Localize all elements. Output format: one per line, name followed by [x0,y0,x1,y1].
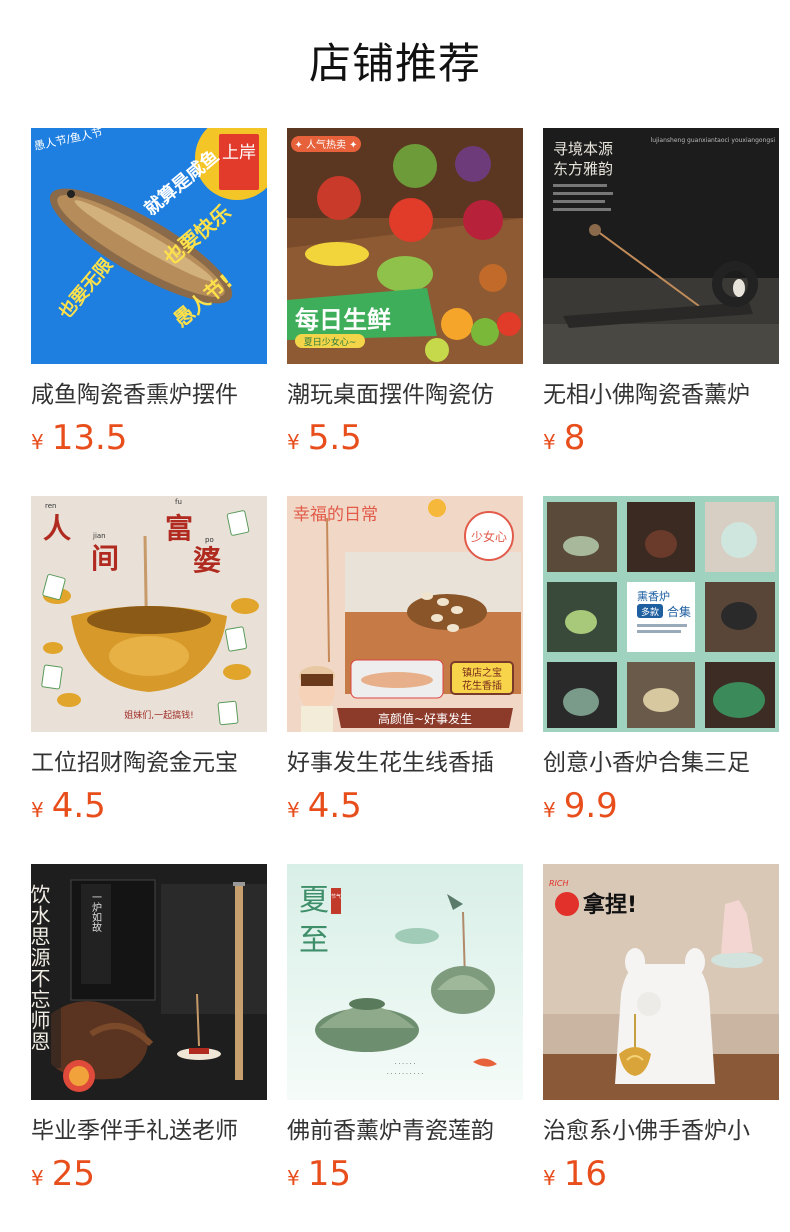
product-image[interactable]: 人 间 富 婆 ren jian fu po 姐妹们,一起搞钱! [31,496,267,732]
box-label: 一炉如故 [90,892,102,933]
product-card-teacher-gift[interactable]: 一炉如故 饮水思源不忘师恩 毕业季伴手礼送老师 ¥25 [31,864,267,1204]
slogan-text: 拿捏! [582,892,637,918]
currency-symbol: ¥ [543,798,556,822]
recommend-page: 店铺推荐 上岸 愚人节/鱼人节 就算是咸鱼 也要快乐 也要无限 愚人节! 咸鱼陶… [0,0,790,1232]
product-name[interactable]: 创意小香炉合集三足 [543,746,779,780]
product-card-lotus-burner[interactable]: 夏 至 节气 · · · · · · · · · · · · · · · · 佛… [287,864,523,1204]
product-price: ¥9.9 [543,784,618,828]
title-line2: 至 [299,923,329,958]
char-2: 间 [91,542,119,575]
caption-text: 姐妹们,一起搞钱! [124,709,193,721]
salted-fish-image: 上岸 愚人节/鱼人节 就算是咸鱼 也要快乐 也要无限 愚人节! [31,128,267,364]
price-value: 16 [563,1154,607,1194]
title-line1: 寻境本源 [553,140,613,158]
price-value: 4.5 [51,786,106,826]
currency-symbol: ¥ [543,1166,556,1190]
char-1: 人 [43,512,71,545]
page-title: 店铺推荐 [308,39,481,88]
currency-symbol: ¥ [543,430,556,454]
center-line2: 合集 [667,604,691,619]
peanut-holder-image: 幸福的日常 少女心 镇店之宝 花生香插 高颜值~好事发生 [287,496,523,732]
bubble-text: 少女心 [471,529,507,544]
price-value: 4.5 [307,786,362,826]
center-line1: 熏香炉 [637,590,670,603]
currency-symbol: ¥ [31,430,44,454]
pinyin-3: fu [175,498,182,506]
price-value: 25 [51,1154,95,1194]
currency-symbol: ¥ [287,430,300,454]
svg-text:· · · · · · · · · ·: · · · · · · · · · · [387,1071,423,1078]
center-tag: 多款 [641,606,659,618]
buddha-incense-image: 寻境本源 东方雅韵 lujiansheng guanxiantaoci youx… [543,128,779,364]
product-name[interactable]: 好事发生花生线香插 [287,746,523,780]
banner-text: 每日生鲜 [295,306,391,334]
pinyin-text: lujiansheng guanxiantaoci youxiangongsi [651,137,776,144]
product-card-buddha-incense[interactable]: 寻境本源 东方雅韵 lujiansheng guanxiantaoci youx… [543,128,779,468]
product-price: ¥15 [287,1152,351,1196]
product-card-peanut-holder[interactable]: 幸福的日常 少女心 镇店之宝 花生香插 高颜值~好事发生 好事发生花生线香插 ¥… [287,496,523,836]
product-price: ¥4.5 [287,784,362,828]
product-price: ¥8 [543,416,585,460]
product-image[interactable]: 熏香炉 多款 合集 [543,496,779,732]
rich-text: RICH [549,879,569,888]
currency-symbol: ¥ [287,1166,300,1190]
product-card-buddha-hand[interactable]: RICH 拿捏! 治愈系小佛手香炉小 ¥16 [543,864,779,1204]
teacher-gift-image: 一炉如故 饮水思源不忘师恩 [31,864,267,1100]
currency-symbol: ¥ [31,1166,44,1190]
product-name[interactable]: 工位招财陶瓷金元宝 [31,746,267,780]
product-price: ¥4.5 [31,784,106,828]
char-4: 婆 [193,544,221,577]
product-image[interactable]: 幸福的日常 少女心 镇店之宝 花生香插 高颜值~好事发生 [287,496,523,732]
product-card-gold-ingot[interactable]: 人 间 富 婆 ren jian fu po 姐妹们,一起搞钱! 工位招财陶瓷金… [31,496,267,836]
currency-symbol: ¥ [31,798,44,822]
buddha-hand-image: RICH 拿捏! [543,864,779,1100]
product-price: ¥5.5 [287,416,362,460]
product-name[interactable]: 治愈系小佛手香炉小 [543,1114,779,1148]
hot-tag: ✦ 人气热卖 ✦ [294,138,357,151]
svg-text:· · · · · ·: · · · · · · [395,1061,416,1068]
pinyin-1: ren [45,502,56,510]
price-value: 15 [307,1154,351,1194]
gold-ingot-image: 人 间 富 婆 ren jian fu po 姐妹们,一起搞钱! [31,496,267,732]
product-name[interactable]: 无相小佛陶瓷香薰炉 [543,378,779,412]
product-name[interactable]: 毕业季伴手礼送老师 [31,1114,267,1148]
currency-symbol: ¥ [287,798,300,822]
product-card-fruit-figurines[interactable]: ✦ 人气热卖 ✦ 每日生鲜 夏日少女心~ 潮玩桌面摆件陶瓷仿 ¥ 5.5 [287,128,523,468]
price-value: 9.9 [563,786,618,826]
price-value: 8 [563,418,586,458]
product-price: ¥25 [31,1152,95,1196]
lotus-burner-image: 夏 至 节气 · · · · · · · · · · · · · · · · [287,864,523,1100]
title-line1: 夏 [299,883,329,918]
badge-line1: 镇店之宝 [462,666,502,679]
sub-text: 夏日少女心~ [304,336,357,348]
product-card-salted-fish[interactable]: 上岸 愚人节/鱼人节 就算是咸鱼 也要快乐 也要无限 愚人节! 咸鱼陶瓷香熏炉摆… [31,128,267,468]
vertical-text: 饮水思源不忘师恩 [31,884,51,1052]
char-3: 富 [165,512,193,545]
product-image[interactable]: 寻境本源 东方雅韵 lujiansheng guanxiantaoci youx… [543,128,779,364]
ribbon-text: 高颜值~好事发生 [378,711,472,726]
product-image[interactable]: 上岸 愚人节/鱼人节 就算是咸鱼 也要快乐 也要无限 愚人节! [31,128,267,364]
stamp-top: 上岸 [222,143,256,163]
product-name[interactable]: 咸鱼陶瓷香熏炉摆件 [31,378,267,412]
product-image[interactable]: 夏 至 节气 · · · · · · · · · · · · · · · · [287,864,523,1100]
price-value: 5.5 [307,418,362,458]
title-text: 幸福的日常 [293,505,378,525]
price-value: 13.5 [51,418,128,458]
incense-collection-image: 熏香炉 多款 合集 [543,496,779,732]
pinyin-4: po [205,536,214,544]
product-name[interactable]: 潮玩桌面摆件陶瓷仿 [287,378,523,412]
product-image[interactable]: ✦ 人气热卖 ✦ 每日生鲜 夏日少女心~ [287,128,523,364]
pinyin-2: jian [92,532,106,540]
product-image[interactable]: 一炉如故 饮水思源不忘师恩 [31,864,267,1100]
product-card-incense-collection[interactable]: 熏香炉 多款 合集 创意小香炉合集三足 ¥9.9 [543,496,779,836]
title-line2: 东方雅韵 [553,160,613,178]
product-price: ¥16 [543,1152,607,1196]
product-image[interactable]: RICH 拿捏! [543,864,779,1100]
seal-text: 节气 [331,893,341,900]
product-name[interactable]: 佛前香薰炉青瓷莲韵 [287,1114,523,1148]
fruit-figurines-image: ✦ 人气热卖 ✦ 每日生鲜 夏日少女心~ [287,128,523,364]
badge-line2: 花生香插 [462,679,502,692]
product-price: ¥13.5 [31,416,127,460]
